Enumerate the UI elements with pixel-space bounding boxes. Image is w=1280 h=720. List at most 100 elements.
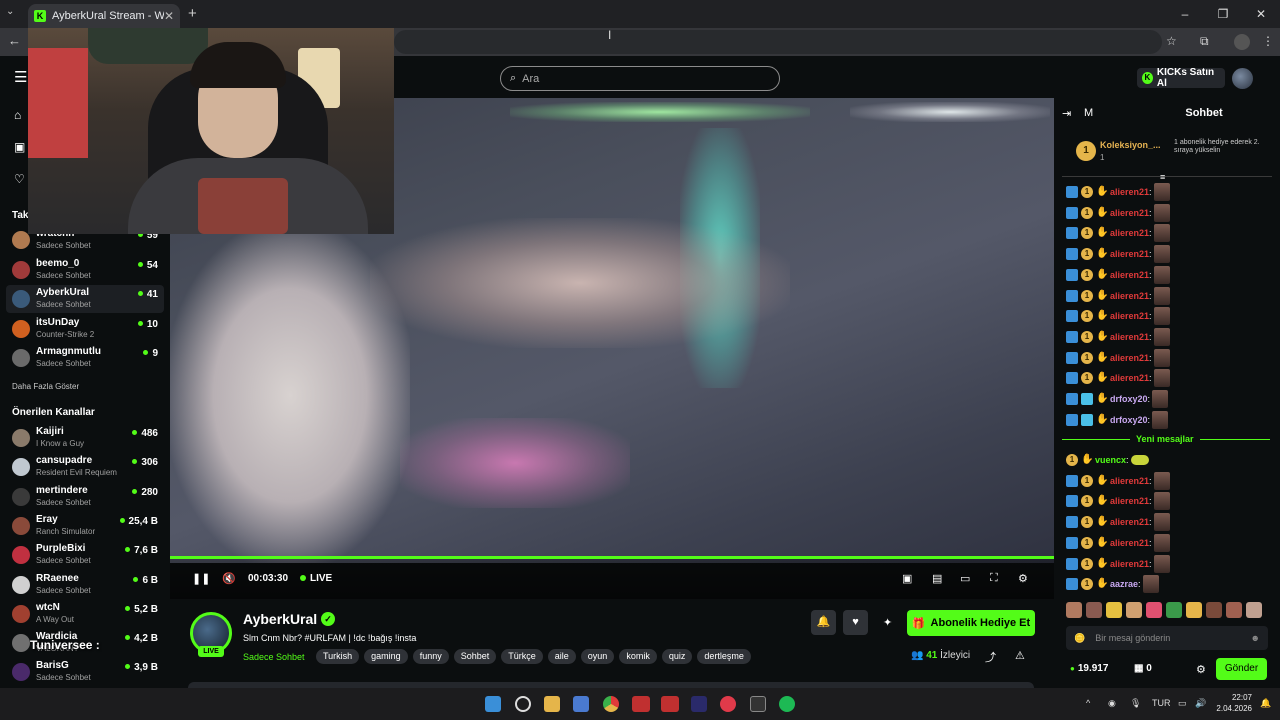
app-icon[interactable] (691, 696, 707, 712)
home-icon[interactable]: ⌂ (14, 108, 21, 122)
sidebar-channel[interactable]: PurpleBixi Sadece Sohbet 7,6 B (6, 541, 164, 569)
photos-icon[interactable] (573, 696, 589, 712)
share-icon[interactable]: ⤴ (985, 649, 996, 665)
sidebar-channel[interactable]: cansupadre Resident Evil Requiem 306 (6, 453, 164, 481)
tray-chevron-icon[interactable]: ^ (1086, 698, 1090, 708)
sidebar-channel[interactable]: mertindere Sadece Sohbet 280 (6, 483, 164, 511)
follow-heart-button[interactable]: ♥ (843, 610, 868, 635)
notifications-icon[interactable]: 🔔 (1260, 698, 1271, 709)
stream-category-link[interactable]: Sadece Sohbet (243, 652, 305, 662)
chat-username[interactable]: alieren21 (1110, 332, 1149, 342)
chat-message[interactable]: 1 ✋ alieren21: (1066, 223, 1266, 243)
tag-chip[interactable]: komik (619, 649, 657, 664)
sidebar-channel[interactable]: wtcN A Way Out 5,2 B (6, 600, 164, 628)
notification-bell-button[interactable]: 🔔 (811, 610, 836, 635)
emote-button[interactable] (1106, 602, 1122, 618)
close-tab-icon[interactable]: ✕ (164, 9, 174, 23)
chat-username[interactable]: alieren21 (1110, 208, 1149, 218)
chrome-icon[interactable] (603, 696, 619, 712)
chat-username[interactable]: alieren21 (1110, 311, 1149, 321)
user-avatar[interactable] (1232, 68, 1253, 89)
browse-icon[interactable]: ▣ (14, 140, 25, 154)
extensions-icon[interactable]: ⧉ (1200, 34, 1209, 49)
chat-username[interactable]: drfoxy20 (1110, 394, 1148, 404)
following-heart-icon[interactable]: ♡ (14, 172, 25, 186)
chat-message[interactable]: 1 ✋ alieren21: (1066, 491, 1266, 511)
file-explorer-icon[interactable] (544, 696, 560, 712)
terminal-icon[interactable] (750, 696, 766, 712)
volume-icon[interactable]: 🔊 (1195, 698, 1206, 709)
chat-message[interactable]: 1 ✋ vuencx: (1066, 450, 1266, 470)
chat-message[interactable]: ✋ drfoxy20: (1066, 410, 1266, 430)
sidebar-channel[interactable]: RRaenee Sadece Sohbet 6 B (6, 571, 164, 599)
chat-settings-icon[interactable]: ⚙ (1196, 663, 1206, 676)
report-warning-icon[interactable]: ⚠ (1015, 649, 1025, 662)
emote-button[interactable] (1226, 602, 1242, 618)
back-arrow-icon[interactable]: ← (8, 33, 21, 48)
sidebar-channel[interactable]: beemo_0 Sadece Sohbet 54 (6, 256, 164, 284)
chat-message[interactable]: 1 ✋ alieren21: (1066, 471, 1266, 491)
chat-message[interactable]: 1 ✋ alieren21: (1066, 533, 1266, 553)
sidebar-channel[interactable]: Armagnmutlu Sadece Sohbet 9 (6, 344, 164, 372)
emote-button[interactable] (1146, 602, 1162, 618)
search-input[interactable]: ⌕ Ara (500, 66, 780, 91)
new-tab-button[interactable]: + (188, 5, 197, 22)
chat-message[interactable]: 1 ✋ alieren21: (1066, 182, 1266, 202)
emote-button[interactable] (1126, 602, 1142, 618)
emote-button[interactable] (1206, 602, 1222, 618)
chat-message[interactable]: 1 ✋ alieren21: (1066, 286, 1266, 306)
chat-counter[interactable]: ▦ 0 (1134, 663, 1152, 674)
chat-message[interactable]: 1 ✋ alieren21: (1066, 327, 1266, 347)
browser-tab[interactable]: K AyberkUral Stream - Watch Live ✕ (28, 4, 180, 28)
browser-profile-avatar[interactable] (1234, 34, 1250, 50)
discord-tray-icon[interactable]: ◉ (1108, 698, 1116, 709)
sidebar-channel[interactable]: itsUnDay Counter-Strike 2 10 (6, 315, 164, 343)
emote-button[interactable] (1066, 602, 1082, 618)
chat-username[interactable]: alieren21 (1110, 270, 1149, 280)
channel-points[interactable]: 19.917 (1070, 663, 1109, 674)
chat-message[interactable]: 1 ✋ alieren21: (1066, 348, 1266, 368)
chat-username[interactable]: vuencx (1095, 455, 1126, 465)
chat-username[interactable]: alieren21 (1110, 228, 1149, 238)
chat-username[interactable]: alieren21 (1110, 373, 1149, 383)
emote-button[interactable] (1166, 602, 1182, 618)
tag-chip[interactable]: Türkçe (501, 649, 543, 664)
miniplayer-icon[interactable]: ▣ (902, 572, 912, 585)
browser-menu-icon[interactable]: ⋮ (1262, 34, 1274, 48)
fullscreen-icon[interactable]: ⛶ (990, 572, 998, 585)
search-taskbar-icon[interactable] (515, 696, 531, 712)
emote-button[interactable] (1186, 602, 1202, 618)
network-icon[interactable]: ▭ (1178, 698, 1187, 709)
tab-search-icon[interactable]: ⌄ (6, 6, 14, 17)
sidebar-channel[interactable]: Kaijiri I Know a Guy 486 (6, 424, 164, 452)
tag-chip[interactable]: funny (412, 649, 449, 664)
sidebar-channel[interactable]: BarisG Sadece Sohbet 3,9 B (6, 658, 164, 686)
show-more-link[interactable]: Daha Fazla Göster (12, 382, 79, 391)
chat-username[interactable]: alieren21 (1110, 476, 1149, 486)
buy-kicks-button[interactable]: K KICKs Satın Al (1137, 67, 1225, 89)
gift-subscription-button[interactable]: 🎁 Abonelik Hediye Et (907, 610, 1035, 636)
chat-username[interactable]: aazrae (1110, 579, 1138, 589)
app-icon[interactable] (632, 696, 650, 712)
tag-chip[interactable]: dertleşme (697, 649, 751, 664)
chat-username[interactable]: alieren21 (1110, 291, 1149, 301)
emote-button[interactable] (1246, 602, 1262, 618)
chat-filter-icon[interactable]: ≡ (1160, 172, 1165, 182)
tag-chip[interactable]: Sohbet (453, 649, 497, 664)
maximize-button[interactable]: ❐ (1204, 0, 1242, 28)
chat-message[interactable]: 1 ✋ alieren21: (1066, 244, 1266, 264)
sidebar-channel[interactable]: AyberkUral Sadece Sohbet 41 (6, 285, 164, 313)
chat-message[interactable]: 1 ✋ alieren21: (1066, 265, 1266, 285)
hamburger-menu-icon[interactable]: ☰ (14, 68, 27, 86)
gift-leaderboard[interactable]: 1 Koleksiyon_... 1 1 abonelik hediye ede… (1062, 134, 1274, 172)
sparkle-icon[interactable]: ✦ (883, 616, 892, 629)
pause-icon[interactable]: ❚❚ (192, 572, 210, 585)
tag-chip[interactable]: Turkish (316, 649, 360, 664)
chat-username[interactable]: drfoxy20 (1110, 415, 1148, 425)
theater-mode-icon[interactable]: ▭ (960, 572, 970, 585)
chat-username[interactable]: alieren21 (1110, 538, 1149, 548)
chat-input[interactable]: 🪙 Bir mesaj gönderin ☻ (1066, 626, 1268, 650)
spotify-icon[interactable] (779, 696, 795, 712)
chat-username[interactable]: alieren21 (1110, 559, 1149, 569)
chat-message[interactable]: 1 ✋ alieren21: (1066, 368, 1266, 388)
